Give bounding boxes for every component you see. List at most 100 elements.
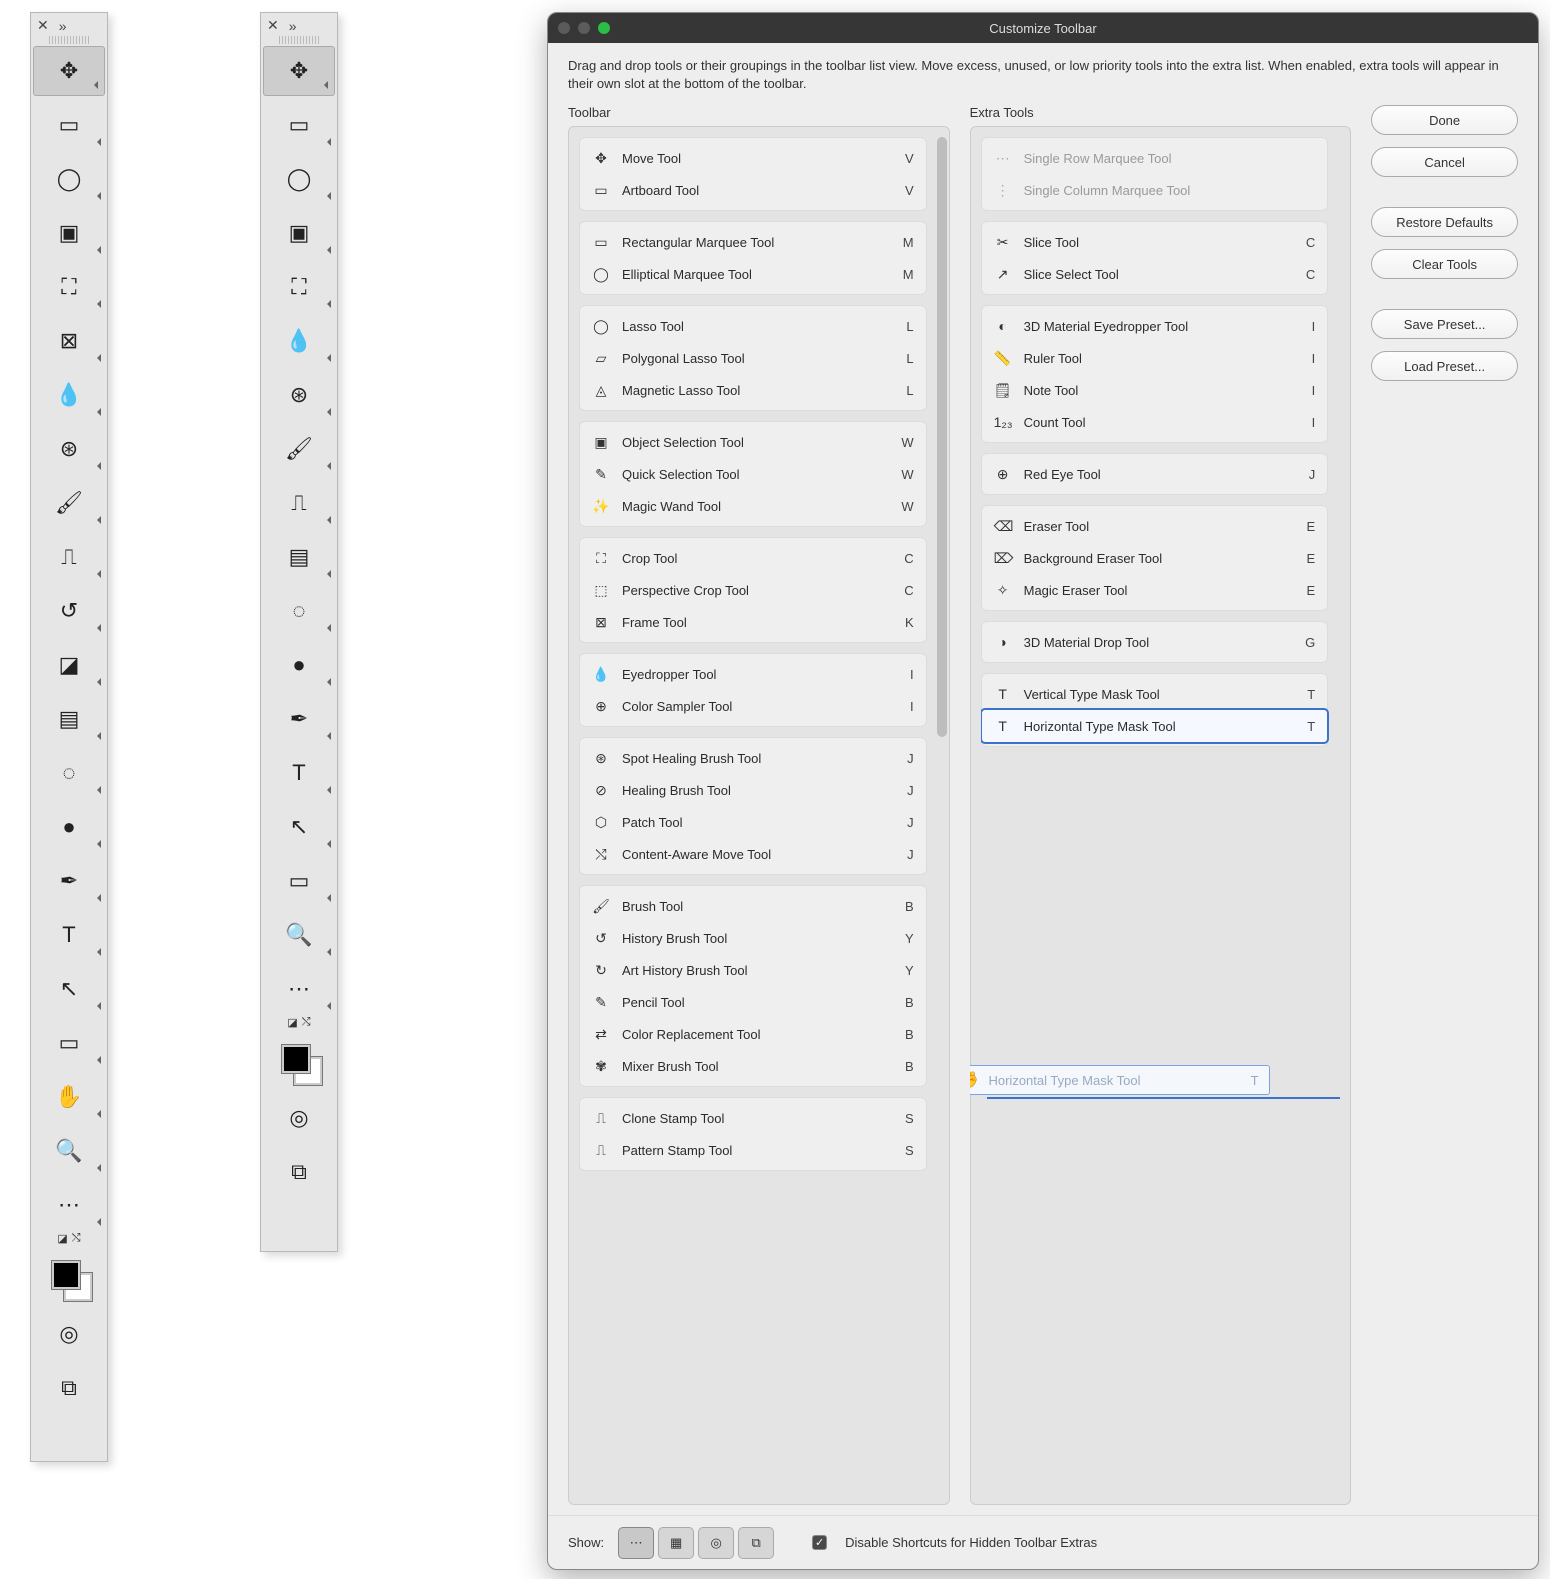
tool-more[interactable]: ⋯ — [261, 962, 337, 1016]
tool-row[interactable]: ⤭Content-Aware Move ToolJ — [580, 838, 926, 870]
screen-mode-icon[interactable]: ⧉ — [31, 1361, 107, 1415]
tool-row[interactable]: ✂Slice ToolC — [982, 226, 1328, 258]
tool-move[interactable]: ✥ — [33, 46, 105, 96]
tool-gradient[interactable]: ▤ — [261, 530, 337, 584]
tool-group[interactable]: ◐3D Material Eyedropper ToolI📏Ruler Tool… — [981, 305, 1329, 443]
palette-close-icon[interactable]: ✕ — [267, 17, 279, 34]
tool-group[interactable]: 💧Eyedropper ToolI⊕Color Sampler ToolI — [579, 653, 927, 727]
tool-row[interactable]: ↻Art History Brush ToolY — [580, 954, 926, 986]
tool-row[interactable]: TVertical Type Mask ToolT — [982, 678, 1328, 710]
foreground-swatch[interactable] — [52, 1261, 80, 1289]
tool-row[interactable]: ↗Slice Select ToolC — [982, 258, 1328, 290]
extra-list[interactable]: ⋯Single Row Marquee Tool⋮Single Column M… — [970, 126, 1352, 1505]
tool-quick-select[interactable]: ▣ — [31, 206, 107, 260]
swap-swatch-icon[interactable]: ⤭ — [302, 1016, 311, 1029]
default-swatch-icon[interactable]: ◪ — [57, 1232, 67, 1245]
palette-collapse-icon[interactable]: » — [59, 18, 67, 34]
tool-brush[interactable]: 🖌 — [31, 476, 107, 530]
tool-group[interactable]: ◯Lasso ToolL▱Polygonal Lasso ToolL◬Magne… — [579, 305, 927, 411]
tool-row[interactable]: ◯Elliptical Marquee ToolM — [580, 258, 926, 290]
tool-crop[interactable]: ⛶ — [261, 260, 337, 314]
scrollbar-thumb[interactable] — [937, 137, 947, 737]
tool-group[interactable]: ▣Object Selection ToolW✎Quick Selection … — [579, 421, 927, 527]
foreground-swatch[interactable] — [282, 1045, 310, 1073]
tool-blur[interactable]: ◌ — [261, 584, 337, 638]
tool-quick-select[interactable]: ▣ — [261, 206, 337, 260]
tool-row[interactable]: ⎍Clone Stamp ToolS — [580, 1102, 926, 1134]
tool-row[interactable]: ▣Object Selection ToolW — [580, 426, 926, 458]
tool-move[interactable]: ✥ — [263, 46, 335, 96]
screen-mode-icon[interactable]: ⧉ — [261, 1145, 337, 1199]
tool-row[interactable]: ▭Rectangular Marquee ToolM — [580, 226, 926, 258]
tool-row[interactable]: ◐3D Material Eyedropper ToolI — [982, 310, 1328, 342]
tool-hand[interactable]: ✋ — [31, 1070, 107, 1124]
tool-row[interactable]: ↺History Brush ToolY — [580, 922, 926, 954]
tool-row[interactable]: ✎Quick Selection ToolW — [580, 458, 926, 490]
tool-crop[interactable]: ⛶ — [31, 260, 107, 314]
tool-marquee[interactable]: ▭ — [261, 98, 337, 152]
tool-eyedropper[interactable]: 💧 — [261, 314, 337, 368]
tool-row[interactable]: 💧Eyedropper ToolI — [580, 658, 926, 690]
show-seg-screen[interactable]: ⧉ — [738, 1527, 774, 1559]
save-preset-button[interactable]: Save Preset... — [1371, 309, 1518, 339]
tool-group[interactable]: ◑3D Material Drop ToolG — [981, 621, 1329, 663]
tool-zoom[interactable]: 🔍 — [261, 908, 337, 962]
tool-dodge[interactable]: ● — [261, 638, 337, 692]
tool-row[interactable]: ◬Magnetic Lasso ToolL — [580, 374, 926, 406]
default-swatch-icon[interactable]: ◪ — [287, 1016, 297, 1029]
quick-mask-icon[interactable]: ◎ — [261, 1091, 337, 1145]
tool-row[interactable]: 🖌Brush ToolB — [580, 890, 926, 922]
palette-grip[interactable] — [49, 36, 89, 44]
tool-path[interactable]: ↖ — [31, 962, 107, 1016]
tool-path[interactable]: ↖ — [261, 800, 337, 854]
tool-row[interactable]: ⋯Single Row Marquee Tool — [982, 142, 1328, 174]
show-seg-more[interactable]: ⋯ — [618, 1527, 654, 1559]
tool-blur[interactable]: ◌ — [31, 746, 107, 800]
tool-marquee[interactable]: ▭ — [31, 98, 107, 152]
show-seg-swatch[interactable]: ▦ — [658, 1527, 694, 1559]
color-swatches[interactable] — [261, 1033, 337, 1091]
tool-group[interactable]: ⎍Clone Stamp ToolS⎍Pattern Stamp ToolS — [579, 1097, 927, 1171]
tool-stamp[interactable]: ⎍ — [261, 476, 337, 530]
tool-history[interactable]: ↺ — [31, 584, 107, 638]
tool-eyedropper[interactable]: 💧 — [31, 368, 107, 422]
tool-group[interactable]: ✂Slice ToolC↗Slice Select ToolC — [981, 221, 1329, 295]
tool-row[interactable]: ⛶Crop ToolC — [580, 542, 926, 574]
done-button[interactable]: Done — [1371, 105, 1518, 135]
tool-row[interactable]: ⬚Perspective Crop ToolC — [580, 574, 926, 606]
tool-row[interactable]: ⊠Frame ToolK — [580, 606, 926, 638]
tool-group[interactable]: ⌫Eraser ToolE⌦Background Eraser ToolE✧Ma… — [981, 505, 1329, 611]
swap-swatch-icon[interactable]: ⤭ — [72, 1232, 81, 1245]
load-preset-button[interactable]: Load Preset... — [1371, 351, 1518, 381]
tool-rectangle[interactable]: ▭ — [31, 1016, 107, 1070]
tool-row[interactable]: ⊘Healing Brush ToolJ — [580, 774, 926, 806]
tool-row[interactable]: ✎Pencil ToolB — [580, 986, 926, 1018]
tool-type[interactable]: T — [31, 908, 107, 962]
show-seg-mask[interactable]: ◎ — [698, 1527, 734, 1559]
tool-lasso[interactable]: ◯ — [261, 152, 337, 206]
cancel-button[interactable]: Cancel — [1371, 147, 1518, 177]
quick-mask-icon[interactable]: ◎ — [31, 1307, 107, 1361]
tool-row[interactable]: ⊕Red Eye ToolJ — [982, 458, 1328, 490]
tool-pen[interactable]: ✒ — [261, 692, 337, 746]
tool-row[interactable]: ✾Mixer Brush ToolB — [580, 1050, 926, 1082]
tool-stamp[interactable]: ⎍ — [31, 530, 107, 584]
tool-row[interactable]: ◑3D Material Drop ToolG — [982, 626, 1328, 658]
clear-tools-button[interactable]: Clear Tools — [1371, 249, 1518, 279]
tool-rectangle[interactable]: ▭ — [261, 854, 337, 908]
tool-row[interactable]: ⬡Patch ToolJ — [580, 806, 926, 838]
tool-row[interactable]: ◯Lasso ToolL — [580, 310, 926, 342]
tool-lasso[interactable]: ◯ — [31, 152, 107, 206]
tool-row[interactable]: 🗒Note ToolI — [982, 374, 1328, 406]
tool-group[interactable]: 🖌Brush ToolB↺History Brush ToolY↻Art His… — [579, 885, 927, 1087]
disable-shortcuts-checkbox[interactable]: ✓ — [812, 1535, 827, 1550]
palette-close-icon[interactable]: ✕ — [37, 17, 49, 34]
tool-eraser[interactable]: ◪ — [31, 638, 107, 692]
tool-row[interactable]: ✨Magic Wand ToolW — [580, 490, 926, 522]
tool-row[interactable]: ⎍Pattern Stamp ToolS — [580, 1134, 926, 1166]
tool-brush[interactable]: 🖌 — [261, 422, 337, 476]
tool-dodge[interactable]: ● — [31, 800, 107, 854]
palette-grip[interactable] — [279, 36, 319, 44]
tool-row[interactable]: ⌫Eraser ToolE — [982, 510, 1328, 542]
tool-row[interactable]: 1₂₃Count ToolI — [982, 406, 1328, 438]
